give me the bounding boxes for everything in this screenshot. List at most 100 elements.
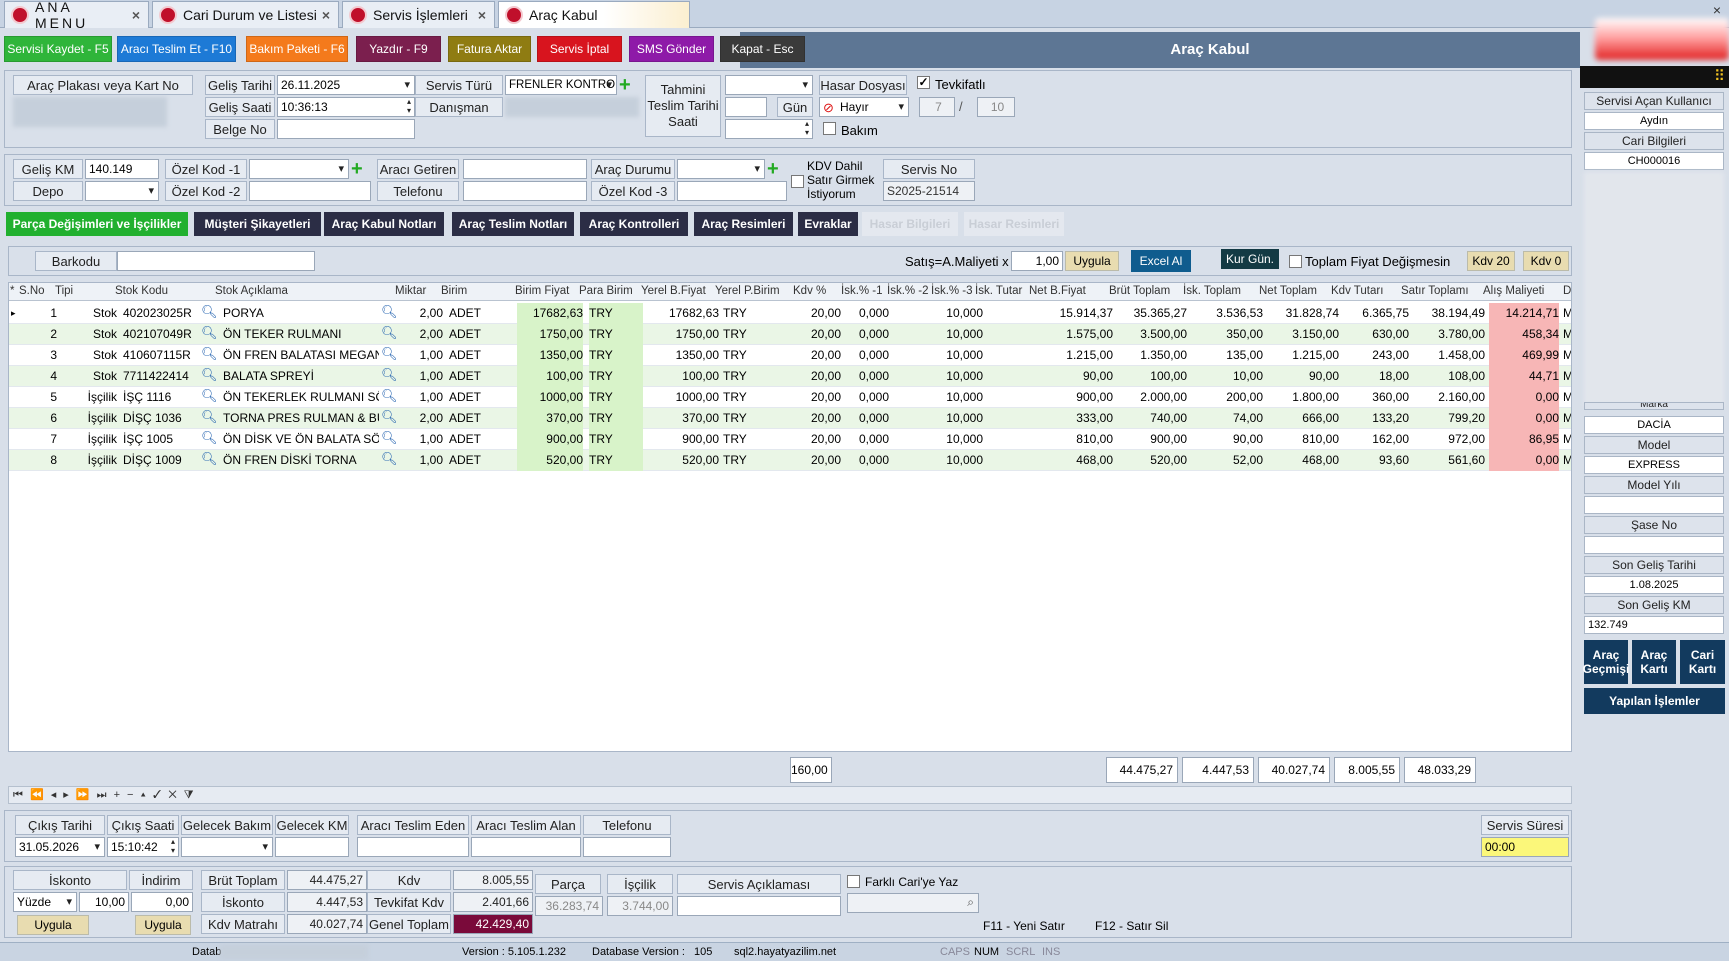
table-row[interactable]: 4 Stok 7711422414 BALATA SPREYİ 1,00 ADET 100,… xyxy=(9,366,1571,387)
table-cell[interactable]: 2,00 xyxy=(401,324,443,345)
table-cell[interactable]: 10,000 xyxy=(937,324,983,345)
column-header[interactable]: İsk.% -3 xyxy=(931,285,973,297)
kdv-0-button[interactable]: Kdv 0 xyxy=(1523,251,1569,271)
table-cell[interactable]: 20,00 xyxy=(791,450,841,471)
column-header[interactable]: İsk.% -1 xyxy=(841,285,883,297)
table-cell[interactable]: İşçilik xyxy=(61,387,117,408)
table-cell[interactable]: ME xyxy=(1563,366,1571,387)
table-cell[interactable]: TRY xyxy=(723,303,779,324)
table-cell[interactable]: 38.194,49 xyxy=(1413,303,1485,324)
column-header[interactable]: İsk. Tutar xyxy=(975,285,1022,297)
cikis-saati-input[interactable]: 15:10:42 xyxy=(107,837,179,857)
table-cell[interactable]: 200,00 xyxy=(1193,387,1263,408)
kapat-button[interactable]: Kapat - Esc xyxy=(720,36,805,62)
table-cell[interactable]: 100,00 xyxy=(1117,366,1187,387)
table-cell[interactable]: Stok xyxy=(61,345,117,366)
table-cell[interactable]: 1,00 xyxy=(401,429,443,450)
table-cell[interactable]: PORYA xyxy=(223,303,379,324)
table-row[interactable]: ▸ 1 Stok 402023025R PORYA 2,00 ADET 17682,63 TRY… xyxy=(9,303,1571,324)
tab-ana-menu[interactable]: ANA MENU × xyxy=(4,0,149,31)
table-cell[interactable]: 0,000 xyxy=(843,450,889,471)
table-cell[interactable]: 35.365,27 xyxy=(1117,303,1187,324)
column-header[interactable]: Miktar xyxy=(395,285,426,297)
table-cell[interactable]: 350,00 xyxy=(1193,324,1263,345)
table-cell[interactable] xyxy=(891,324,935,345)
kur-gun-button[interactable]: Kur Gün. xyxy=(1221,249,1279,269)
kdv-dahil-checkbox[interactable] xyxy=(791,175,804,188)
table-cell[interactable] xyxy=(891,429,935,450)
table-cell[interactable]: Stok xyxy=(61,324,117,345)
table-cell[interactable]: 20,00 xyxy=(791,408,841,429)
barkodu-input[interactable] xyxy=(117,251,315,271)
table-cell[interactable]: TRY xyxy=(723,429,779,450)
table-cell[interactable]: 740,00 xyxy=(1117,408,1187,429)
table-cell[interactable]: 370,00 xyxy=(645,408,719,429)
gelis-tarihi-input[interactable]: 26.11.2025 xyxy=(277,75,415,95)
table-cell[interactable]: TRY xyxy=(723,345,779,366)
column-header[interactable]: Yerel P.Birim xyxy=(715,285,780,297)
add-arac-durumu-icon[interactable]: + xyxy=(767,159,779,179)
table-cell[interactable]: ADET xyxy=(449,324,501,345)
table-cell[interactable]: 520,00 xyxy=(517,450,583,471)
window-close-icon[interactable]: × xyxy=(1713,2,1721,18)
sms-gonder-button[interactable]: SMS Gönder xyxy=(629,36,714,62)
table-cell[interactable]: 0,000 xyxy=(843,303,889,324)
column-header[interactable]: Net Toplam xyxy=(1259,285,1317,297)
table-cell[interactable]: 5 xyxy=(19,387,57,408)
table-cell[interactable]: 7711422414 xyxy=(123,366,201,387)
table-cell[interactable]: 1.350,00 xyxy=(1117,345,1187,366)
table-cell[interactable]: 0,000 xyxy=(843,366,889,387)
table-cell[interactable]: ME xyxy=(1563,345,1571,366)
table-cell[interactable]: 2.160,00 xyxy=(1413,387,1485,408)
table-cell[interactable]: TORNA PRES RULMAN & BURÇ xyxy=(223,408,379,429)
telefonu-input[interactable] xyxy=(463,181,587,201)
table-cell[interactable]: 7 xyxy=(19,429,57,450)
table-cell[interactable]: 900,00 xyxy=(517,429,583,450)
servis-turu-select[interactable]: FRENLER KONTROL xyxy=(505,75,617,95)
search-icon[interactable]: 🔍︎ xyxy=(201,408,218,429)
tab-evraklar[interactable]: Evraklar xyxy=(798,212,858,236)
table-cell[interactable]: 0,000 xyxy=(843,408,889,429)
table-cell[interactable]: 666,00 xyxy=(1267,408,1339,429)
table-cell[interactable]: 469,99 xyxy=(1489,345,1559,366)
table-cell[interactable]: 15.914,37 xyxy=(1039,303,1113,324)
table-cell[interactable]: 86,95 xyxy=(1489,429,1559,450)
table-cell[interactable] xyxy=(891,303,935,324)
table-cell[interactable]: 3.500,00 xyxy=(1117,324,1187,345)
table-row[interactable]: 2 Stok 402107049R ÖN TEKER RULMANI 2,00 ADET 1… xyxy=(9,324,1571,345)
table-cell[interactable]: ADET xyxy=(449,387,501,408)
tab-arac-kabul-notlari[interactable]: Araç Kabul Notları xyxy=(324,212,444,236)
tahmini-teslim-saati-input[interactable] xyxy=(725,119,813,139)
plate-input[interactable] xyxy=(13,97,167,127)
table-cell[interactable]: 10,000 xyxy=(937,387,983,408)
table-cell[interactable]: ADET xyxy=(449,408,501,429)
uygula-multiplier-button[interactable]: Uygula xyxy=(1065,251,1119,271)
table-cell[interactable]: 8 xyxy=(19,450,57,471)
table-cell[interactable]: 3 xyxy=(19,345,57,366)
table-cell[interactable]: ME xyxy=(1563,303,1571,324)
table-cell[interactable]: 108,00 xyxy=(1413,366,1485,387)
toplam-fiyat-checkbox[interactable] xyxy=(1289,255,1302,268)
column-header[interactable]: Birim Fiyat xyxy=(515,285,569,297)
close-icon[interactable]: × xyxy=(322,7,330,23)
table-cell[interactable]: ADET xyxy=(449,429,501,450)
column-header[interactable]: İsk.% -2 xyxy=(887,285,929,297)
teslim-telefonu-input[interactable] xyxy=(583,837,671,857)
table-cell[interactable]: 20,00 xyxy=(791,345,841,366)
table-cell[interactable]: 20,00 xyxy=(791,324,841,345)
table-cell[interactable]: ME xyxy=(1563,387,1571,408)
yazdir-button[interactable]: Yazdır - F9 xyxy=(356,36,441,62)
table-cell[interactable]: 135,00 xyxy=(1193,345,1263,366)
table-cell[interactable]: DİŞÇ 1036 xyxy=(123,408,201,429)
table-cell[interactable]: ÖN FREN BALATASI MEGANE xyxy=(223,345,379,366)
search-icon[interactable]: 🔍︎ xyxy=(201,303,218,324)
table-cell[interactable]: 900,00 xyxy=(1039,387,1113,408)
table-cell[interactable]: 1.800,00 xyxy=(1267,387,1339,408)
table-cell[interactable]: 243,00 xyxy=(1343,345,1409,366)
table-cell[interactable]: TRY xyxy=(589,387,643,408)
bakim-paketi-button[interactable]: Bakım Paketi - F6 xyxy=(246,36,348,62)
servis-aciklamasi-input[interactable] xyxy=(677,896,841,916)
table-cell[interactable]: 44,71 xyxy=(1489,366,1559,387)
tab-arac-kabul[interactable]: Araç Kabul xyxy=(498,1,690,28)
indirim-value-input[interactable]: 0,00 xyxy=(131,892,193,912)
